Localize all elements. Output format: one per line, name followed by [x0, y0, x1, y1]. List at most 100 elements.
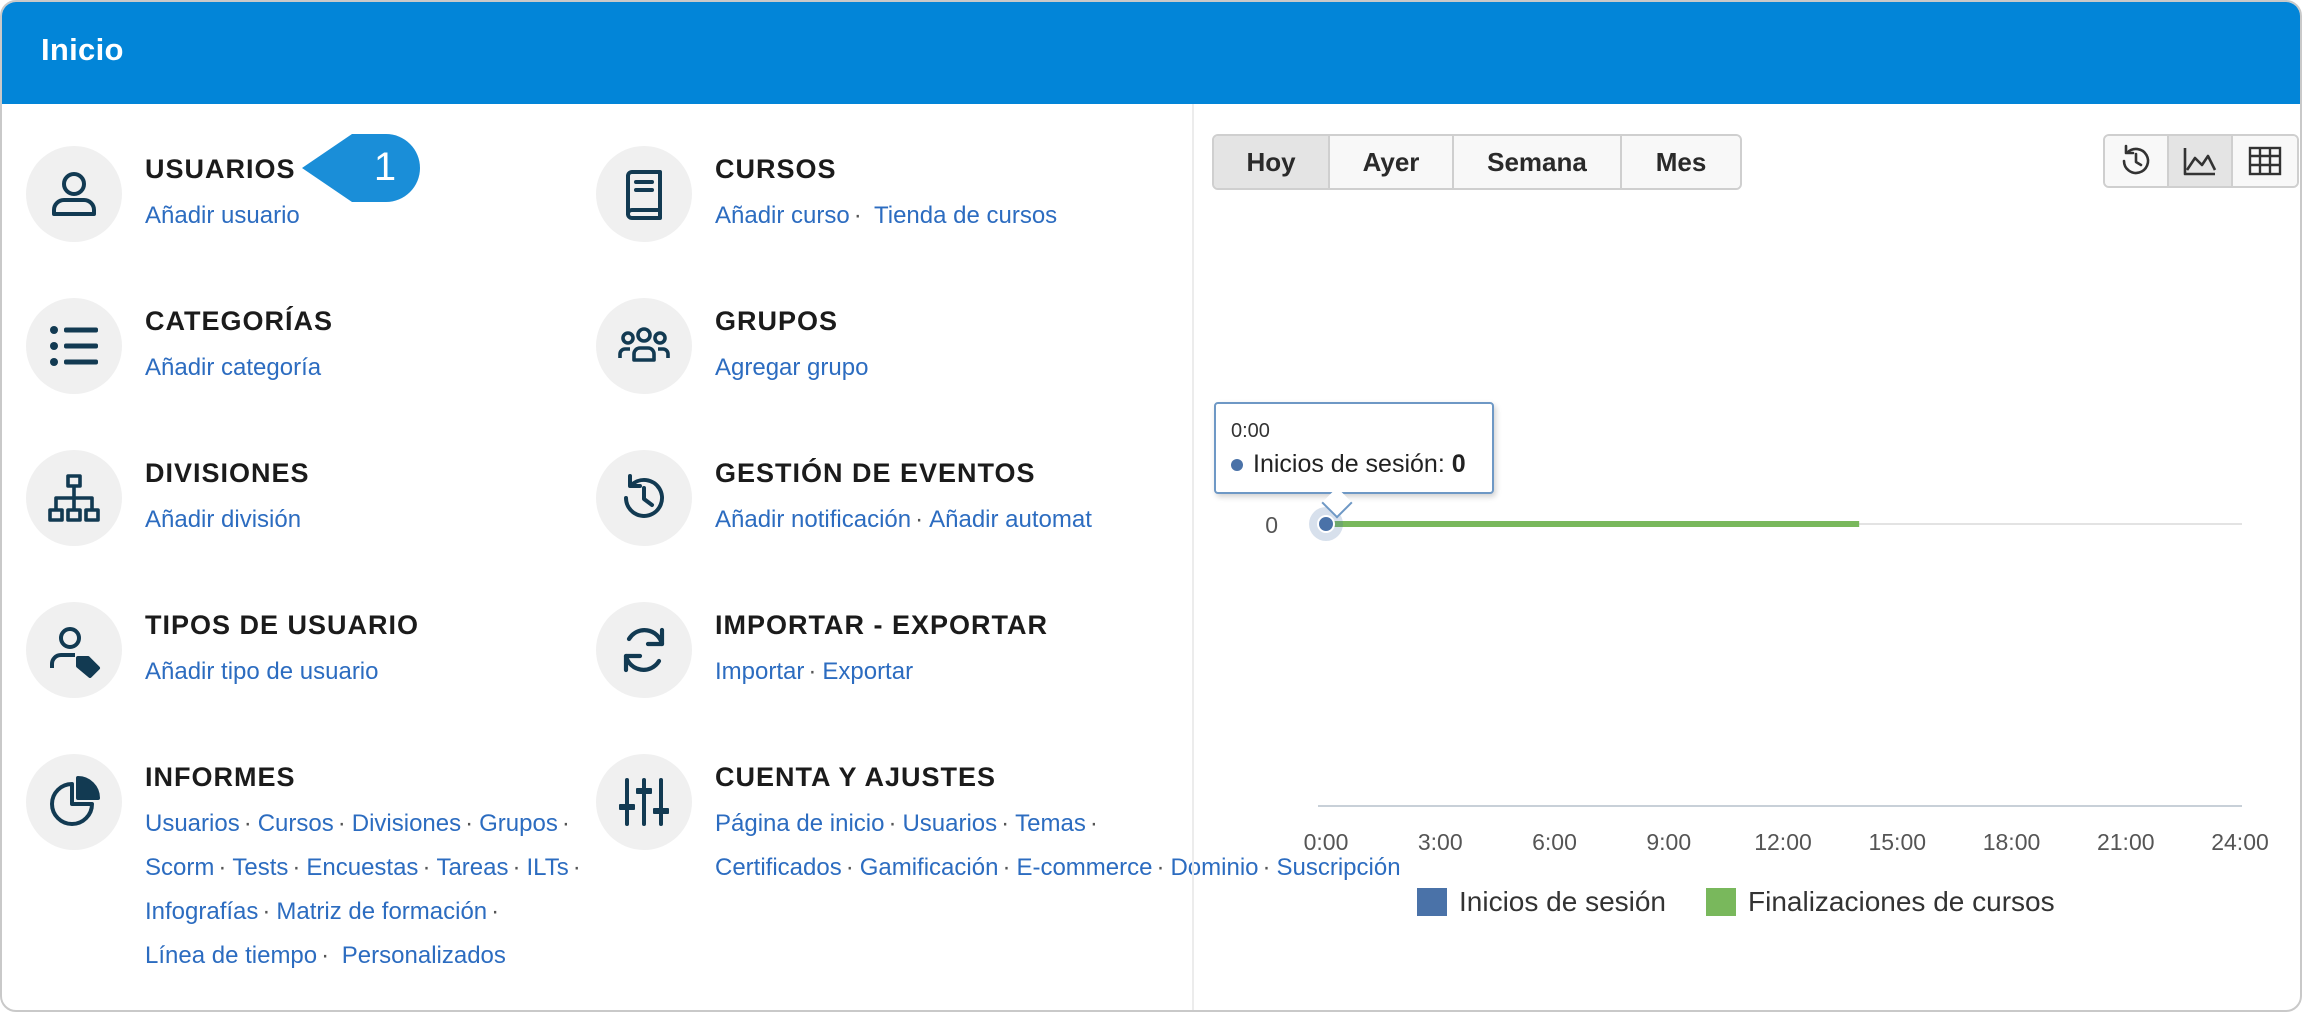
link-add-user[interactable]: Añadir usuario	[145, 202, 300, 229]
dashboard-frame: Inicio USUARIOS Añadir usuario 1 CURSOS …	[0, 0, 2302, 1012]
history-icon	[2122, 144, 2150, 175]
pie-chart-icon	[26, 754, 122, 850]
link-add-category[interactable]: Añadir categoría	[145, 354, 321, 381]
tab-mes[interactable]: Mes	[1622, 136, 1740, 188]
x-tick-label: 21:00	[2097, 829, 2155, 855]
link-import[interactable]: Importar	[715, 658, 804, 685]
link-home-page[interactable]: Página de inicio	[715, 810, 884, 837]
activity-chart: 0 0:00 3:00 6:00 9:00 12:00 15:00 18:00 21:00 24:…	[1194, 202, 2300, 962]
callout-badge: 1	[302, 134, 420, 202]
link-report-tasks[interactable]: Tareas	[436, 854, 508, 881]
link-course-store[interactable]: Tienda de cursos	[874, 202, 1057, 229]
link-report-infographics[interactable]: Infografías	[145, 898, 258, 925]
links-informes: Usuarios · Cursos · Divisiones · Grupos · Scorm…	[145, 810, 581, 969]
tooltip-time: 0:00	[1231, 420, 1270, 442]
section-title-usuarios[interactable]: USUARIOS	[145, 154, 296, 185]
tooltip-series-dot	[1231, 459, 1243, 472]
link-report-courses[interactable]: Cursos	[258, 810, 334, 837]
link-report-custom[interactable]: Personalizados	[342, 942, 506, 969]
tab-hoy[interactable]: Hoy	[1214, 136, 1330, 188]
link-settings-users[interactable]: Usuarios	[902, 810, 997, 837]
link-report-ilts[interactable]: ILTs	[526, 854, 568, 881]
link-export[interactable]: Exportar	[822, 658, 913, 685]
sync-icon	[596, 602, 692, 698]
links-grupos: Agregar grupo	[715, 346, 1155, 390]
x-tick-label: 3:00	[1418, 829, 1463, 855]
links-categorias: Añadir categoría	[145, 346, 585, 390]
x-tick-label: 0:00	[1304, 829, 1349, 855]
links-tipos: Añadir tipo de usuario	[145, 650, 585, 694]
callout-number: 1	[374, 145, 396, 189]
links-cuenta: Página de inicio · Usuarios · Temas · Certifi…	[715, 810, 1401, 881]
table-view-button[interactable]	[2233, 136, 2297, 186]
table-grid-icon	[2248, 146, 2282, 176]
link-add-course[interactable]: Añadir curso	[715, 202, 850, 229]
user-icon	[26, 146, 122, 242]
link-add-group[interactable]: Agregar grupo	[715, 354, 868, 381]
legend-swatch-logins	[1417, 888, 1447, 916]
group-icon	[596, 298, 692, 394]
list-icon	[26, 298, 122, 394]
links-eventos: Añadir notificación · Añadir automat	[715, 506, 1092, 533]
link-add-user-type[interactable]: Añadir tipo de usuario	[145, 658, 378, 685]
section-title-divisiones[interactable]: DIVISIONES	[145, 458, 310, 489]
chart-view-button[interactable]	[2169, 136, 2233, 186]
chart-tooltip: 0:00 Inicios de sesión: 0	[1214, 402, 1494, 519]
link-gamification[interactable]: Gamificación	[860, 854, 999, 881]
legend-logins[interactable]: Inicios de sesión	[1417, 886, 1666, 918]
page-title: Inicio	[41, 32, 124, 67]
org-chart-icon	[26, 450, 122, 546]
section-title-eventos[interactable]: GESTIÓN DE EVENTOS	[715, 458, 1036, 489]
link-themes[interactable]: Temas	[1015, 810, 1086, 837]
link-report-tests[interactable]: Tests	[232, 854, 288, 881]
history-view-button[interactable]	[2105, 136, 2169, 186]
sliders-icon	[596, 754, 692, 850]
link-report-training-matrix[interactable]: Matriz de formación	[276, 898, 487, 925]
section-title-grupos[interactable]: GRUPOS	[715, 306, 838, 337]
link-report-divisions[interactable]: Divisiones	[352, 810, 461, 837]
tooltip-row: Inicios de sesión: 0	[1231, 450, 1466, 479]
tooltip-series: Inicios de sesión	[1253, 450, 1438, 478]
link-certificates[interactable]: Certificados	[715, 854, 842, 881]
header-bar: Inicio	[2, 2, 2300, 104]
area-chart-icon	[2183, 148, 2217, 176]
link-report-scorm[interactable]: Scorm	[145, 854, 214, 881]
section-title-importar[interactable]: IMPORTAR - EXPORTAR	[715, 610, 1048, 641]
legend-label-completions: Finalizaciones de cursos	[1748, 886, 2055, 917]
link-add-notification[interactable]: Añadir notificación	[715, 506, 911, 533]
section-title-cursos[interactable]: CURSOS	[715, 154, 837, 185]
y-tick-label: 0	[1265, 512, 1278, 538]
legend-swatch-completions	[1706, 888, 1737, 916]
link-ecommerce[interactable]: E-commerce	[1016, 854, 1152, 881]
tab-ayer[interactable]: Ayer	[1330, 136, 1454, 188]
history-clock-icon	[596, 450, 692, 546]
x-tick-label: 12:00	[1754, 829, 1812, 855]
x-tick-label: 15:00	[1868, 829, 1926, 855]
section-title-categorias[interactable]: CATEGORÍAS	[145, 306, 333, 337]
legend-completions[interactable]: Finalizaciones de cursos	[1706, 886, 2055, 918]
section-title-informes[interactable]: INFORMES	[145, 762, 296, 793]
x-tick-label: 18:00	[1983, 829, 2041, 855]
link-report-timeline[interactable]: Línea de tiempo	[145, 942, 317, 969]
link-report-surveys[interactable]: Encuestas	[306, 854, 418, 881]
links-importar: Importar · Exportar	[715, 658, 914, 685]
link-report-users[interactable]: Usuarios	[145, 810, 240, 837]
section-title-cuenta[interactable]: CUENTA Y AJUSTES	[715, 762, 996, 793]
links-divisiones: Añadir división	[145, 498, 585, 542]
link-add-automation[interactable]: Añadir automat	[929, 506, 1092, 533]
book-icon	[596, 146, 692, 242]
link-report-groups[interactable]: Grupos	[479, 810, 558, 837]
view-toggle	[2103, 134, 2299, 188]
tab-semana[interactable]: Semana	[1454, 136, 1622, 188]
period-tabs: Hoy Ayer Semana Mes	[1212, 134, 1742, 190]
legend-label-logins: Inicios de sesión	[1459, 886, 1667, 917]
links-cursos: Añadir curso · Tienda de cursos	[715, 202, 1058, 229]
x-tick-label: 24:00	[2211, 829, 2269, 855]
link-add-division[interactable]: Añadir división	[145, 506, 301, 533]
x-tick-label: 6:00	[1532, 829, 1577, 855]
tooltip-value: 0	[1451, 450, 1466, 478]
series-point-logins	[1317, 515, 1335, 533]
chart-legend: Inicios de sesión Finalizaciones de curs…	[1417, 886, 2095, 918]
section-title-tipos[interactable]: TIPOS DE USUARIO	[145, 610, 419, 641]
x-tick-label: 9:00	[1646, 829, 1691, 855]
